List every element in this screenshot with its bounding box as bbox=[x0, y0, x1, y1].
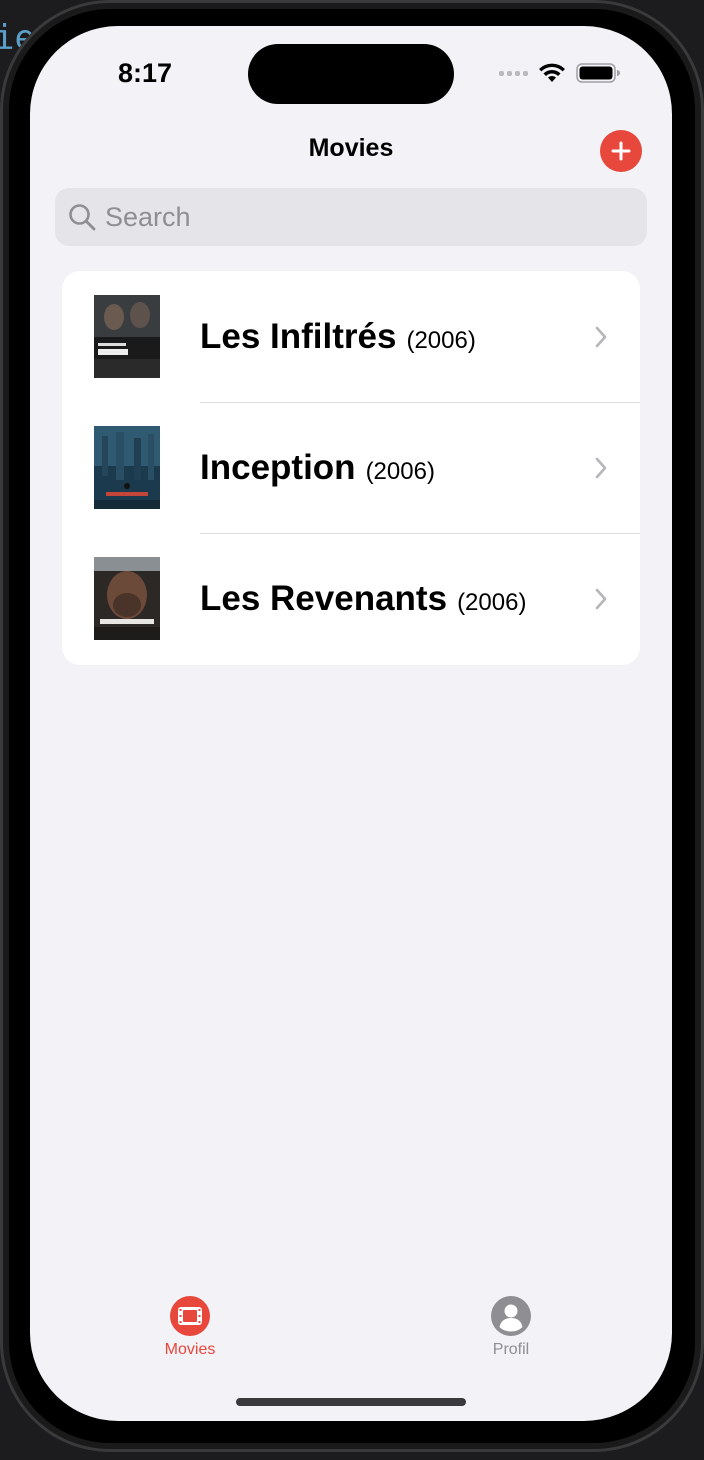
status-time: 8:17 bbox=[118, 58, 173, 88]
search-bar[interactable] bbox=[55, 188, 647, 246]
movie-year: (2006) bbox=[365, 457, 435, 485]
movie-title-group: Les Revenants (2006) bbox=[200, 579, 526, 619]
device-frame: 8:17 Movies Search Les Infiltrés (2006) … bbox=[0, 0, 704, 1452]
film-icon bbox=[170, 1296, 210, 1336]
movie-title: Les Infiltrés bbox=[200, 316, 397, 356]
chevron-right-icon bbox=[595, 588, 607, 609]
page-title: Movies bbox=[308, 134, 394, 162]
chevron-right-icon bbox=[595, 457, 607, 478]
movie-year: (2006) bbox=[406, 326, 476, 354]
movie-title: Les Revenants bbox=[200, 578, 448, 618]
movie-title-group: Les Infiltrés (2006) bbox=[200, 317, 476, 357]
movie-row[interactable]: Inception (2006) bbox=[62, 402, 640, 533]
movie-year: (2006) bbox=[457, 588, 527, 616]
movie-title-group: Inception (2006) bbox=[200, 448, 435, 488]
movie-poster bbox=[94, 426, 160, 509]
wifi-icon bbox=[539, 63, 565, 82]
movie-poster bbox=[94, 295, 160, 378]
tab-label: Profil bbox=[492, 1341, 530, 1358]
cellular-signal-icon bbox=[499, 70, 528, 76]
tab-bar: Movies Profil bbox=[30, 1276, 672, 1366]
person-circle-icon bbox=[491, 1296, 531, 1336]
movie-row[interactable]: Les Revenants (2006) bbox=[62, 533, 640, 664]
chevron-right-icon bbox=[595, 326, 607, 347]
tab-movies[interactable]: Movies bbox=[130, 1296, 250, 1359]
movie-poster bbox=[94, 557, 160, 640]
movie-row[interactable]: Les Infiltrés (2006) bbox=[62, 271, 640, 402]
status-icons bbox=[499, 62, 622, 84]
add-movie-button[interactable] bbox=[600, 130, 642, 172]
tab-profil[interactable]: Profil bbox=[451, 1296, 571, 1359]
dynamic-island bbox=[248, 44, 454, 104]
plus-circle-icon bbox=[611, 141, 631, 161]
tab-label: Movies bbox=[164, 1341, 216, 1358]
search-input[interactable] bbox=[105, 201, 605, 233]
magnifying-glass-icon bbox=[67, 202, 97, 232]
battery-icon bbox=[576, 63, 620, 83]
home-indicator[interactable] bbox=[236, 1398, 466, 1406]
movie-title: Inception bbox=[200, 447, 356, 487]
movie-list: Les Infiltrés (2006) Inception (2006) Le… bbox=[62, 271, 640, 665]
app-screen: 8:17 Movies Search Les Infiltrés (2006) … bbox=[30, 26, 672, 1421]
